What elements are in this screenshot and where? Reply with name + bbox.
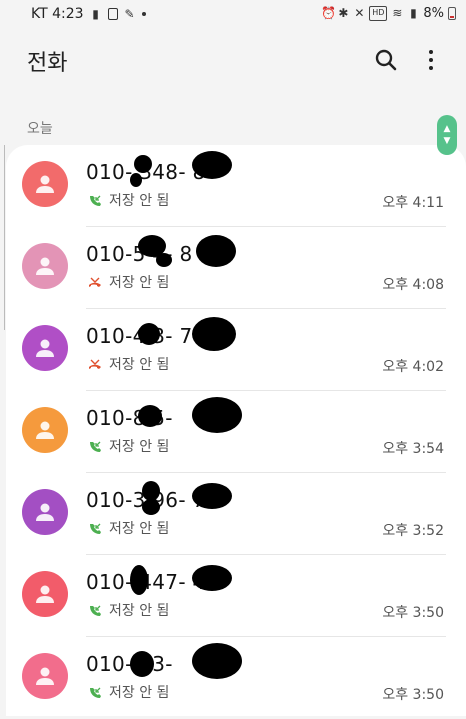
redaction-mark — [192, 317, 236, 351]
avatar[interactable] — [22, 325, 68, 371]
call-log-item[interactable]: 010- 03- 저장 안 됨 오후 3:50 — [6, 637, 466, 719]
redaction-mark — [142, 499, 160, 515]
call-log-item[interactable]: 010-5 4- 8 저장 안 됨 오후 4:08 — [6, 227, 466, 309]
incoming-call-icon — [88, 439, 102, 453]
wifi-icon: ≋ — [392, 6, 403, 20]
status-bar: KT 4:23 ▮ ✎ ⏰ ✱ ✕ HD ≋ ▮ 8% — [0, 0, 466, 30]
incoming-call-icon — [88, 193, 102, 207]
more-notifications-icon — [141, 12, 146, 16]
incoming-call-icon — [88, 521, 102, 535]
person-icon — [36, 667, 54, 685]
person-icon — [36, 257, 54, 275]
call-time: 오후 3:52 — [382, 523, 444, 539]
avatar[interactable] — [22, 571, 68, 617]
fast-scroll-handle[interactable]: ▲ ▼ — [437, 115, 457, 155]
contact-status: 저장 안 됨 — [109, 439, 170, 455]
avatar[interactable] — [22, 407, 68, 453]
person-icon — [36, 339, 54, 357]
contact-status: 저장 안 됨 — [109, 603, 170, 619]
contact-status: 저장 안 됨 — [109, 685, 170, 701]
contact-status: 저장 안 됨 — [109, 521, 170, 537]
clipboard-icon: ✎ — [124, 6, 135, 21]
missed-call-icon — [88, 275, 102, 289]
person-icon — [36, 503, 54, 521]
carrier-time: KT 4:23 — [31, 6, 84, 22]
contact-status: 저장 안 됨 — [109, 357, 170, 373]
contact-status: 저장 안 됨 — [109, 193, 170, 209]
redaction-mark — [130, 173, 142, 187]
redaction-mark — [138, 323, 160, 345]
avatar[interactable] — [22, 489, 68, 535]
chevron-down-icon: ▼ — [443, 136, 451, 146]
contact-status: 저장 안 됨 — [109, 275, 170, 291]
redaction-mark — [192, 483, 232, 509]
search-icon — [375, 49, 397, 71]
call-log-item[interactable]: 010- 348- 8저장 안 됨오후 4:11 — [6, 145, 466, 227]
mute-icon: ✕ — [354, 6, 365, 20]
call-log-item[interactable]: 010- 447- 4저장 안 됨오후 3:50 — [6, 555, 466, 637]
status-right: ⏰ ✱ ✕ HD ≋ ▮ 8% — [321, 6, 456, 21]
call-time: 오후 4:02 — [382, 359, 444, 375]
redaction-mark — [156, 253, 172, 267]
status-left: KT 4:23 ▮ ✎ — [31, 6, 146, 22]
avatar[interactable] — [22, 653, 68, 699]
redaction-mark — [142, 481, 160, 501]
redaction-mark — [196, 235, 236, 267]
person-icon — [36, 585, 54, 603]
page-title: 전화 — [27, 51, 68, 76]
call-time: 오후 3:50 — [382, 687, 444, 703]
call-time: 오후 3:50 — [382, 605, 444, 621]
edge-panel-handle[interactable] — [0, 145, 5, 330]
more-options-button[interactable] — [424, 48, 438, 72]
notification-icon: ▮ — [92, 6, 99, 21]
alarm-icon: ⏰ — [321, 6, 337, 20]
call-log-list: 010- 348- 8저장 안 됨오후 4:11010-5 4- 8저장 안 됨… — [6, 145, 466, 716]
battery-icon — [448, 7, 456, 20]
call-time: 오후 4:08 — [382, 277, 444, 293]
search-button[interactable] — [374, 48, 398, 72]
calendar-icon — [107, 8, 118, 20]
missed-call-icon — [88, 357, 102, 371]
avatar[interactable] — [22, 243, 68, 289]
call-log-item[interactable]: 010-8 5- 저장 안 됨 오후 3:54 — [6, 391, 466, 473]
chevron-up-icon: ▲ — [443, 124, 451, 134]
redaction-mark — [192, 397, 242, 433]
redaction-mark — [192, 643, 242, 679]
bluetooth-icon: ✱ — [338, 6, 349, 20]
redaction-mark — [192, 151, 232, 179]
redaction-mark — [130, 565, 148, 595]
call-time: 오후 4:11 — [382, 195, 444, 211]
hd-icon: HD — [369, 6, 388, 21]
call-log-item[interactable]: 010-3 96- 7저장 안 됨오후 3:52 — [6, 473, 466, 555]
section-header-today: 오늘 — [27, 121, 53, 137]
call-log-item[interactable]: 010-4 3- 7 저장 안 됨 오후 4:02 — [6, 309, 466, 391]
signal-icon: ▮ — [410, 6, 417, 20]
redaction-mark — [138, 405, 162, 427]
call-time: 오후 3:54 — [382, 441, 444, 457]
redaction-mark — [192, 565, 232, 591]
person-icon — [36, 421, 54, 439]
redaction-mark — [130, 651, 154, 677]
person-icon — [36, 175, 54, 193]
avatar[interactable] — [22, 161, 68, 207]
incoming-call-icon — [88, 603, 102, 617]
battery-percent: 8% — [423, 6, 444, 21]
redaction-mark — [134, 155, 152, 173]
more-options-icon — [429, 50, 433, 54]
incoming-call-icon — [88, 685, 102, 699]
